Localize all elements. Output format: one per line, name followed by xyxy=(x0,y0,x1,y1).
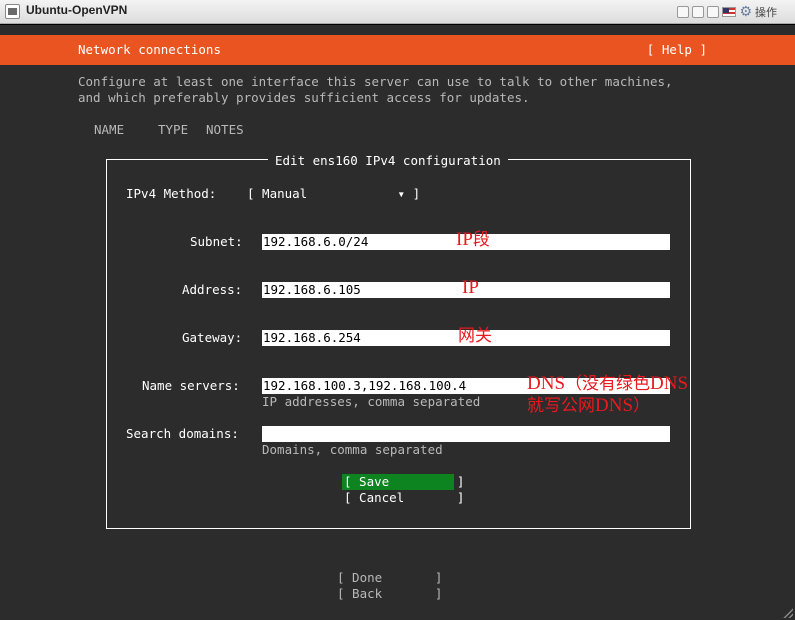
restore-icon[interactable] xyxy=(692,6,705,18)
minimize-icon[interactable] xyxy=(677,6,690,18)
column-notes: NOTES xyxy=(206,122,244,137)
gear-icon[interactable]: ⚙ xyxy=(739,5,752,19)
window-icon xyxy=(5,4,20,19)
resize-grip[interactable] xyxy=(783,608,793,618)
window-title: Ubuntu-OpenVPN xyxy=(26,3,128,17)
terminal-screen: Network connections [ Help ] Configure a… xyxy=(0,25,795,620)
help-button[interactable]: [ Help ] xyxy=(647,42,707,58)
annotation-dns-line-1-mid: （没有绿色 xyxy=(565,374,651,394)
annotation-dns-line-2-prefix: 就写公网 xyxy=(527,396,595,416)
search-domains-label: Search domains: xyxy=(126,426,239,441)
maximize-icon[interactable] xyxy=(707,6,720,18)
annotation-subnet-prefix: IP xyxy=(456,229,473,250)
nameservers-hint: IP addresses, comma separated xyxy=(262,394,481,409)
column-name: NAME xyxy=(94,122,125,137)
page-title: Network connections xyxy=(78,42,221,57)
annotation-subnet-suffix: 段 xyxy=(472,230,490,250)
back-button[interactable]: [ Back ] xyxy=(337,586,442,602)
annotation-dns-line-1-prefix: DNS xyxy=(527,373,566,394)
annotation-dns-line-1: DNS（没有绿色DNS xyxy=(527,373,688,395)
annotation-dns-line-2-mid: DNS xyxy=(595,395,634,416)
address-label: Address: xyxy=(182,282,243,297)
intro-line-2: and which preferably provides sufficient… xyxy=(78,90,530,105)
gateway-label: Gateway: xyxy=(182,330,243,345)
ops-menu[interactable]: 操作 xyxy=(755,4,777,20)
flag-icon[interactable] xyxy=(722,7,737,17)
ipv4-method-label: IPv4 Method: xyxy=(126,186,217,201)
search-domains-hint: Domains, comma separated xyxy=(262,442,443,457)
save-button[interactable]: [ Save ] xyxy=(344,474,464,490)
annotation-dns-line-2-suffix: ） xyxy=(633,396,651,416)
window-controls: ⚙ 操作 xyxy=(677,4,777,20)
done-button[interactable]: [ Done ] xyxy=(337,570,442,586)
intro-line-1: Configure at least one interface this se… xyxy=(78,74,673,89)
nameservers-label: Name servers: xyxy=(142,378,240,393)
ipv4-method-select[interactable]: [ Manual ▾ ] xyxy=(247,186,420,202)
subnet-label: Subnet: xyxy=(190,234,243,249)
annotation-gateway: 网关 xyxy=(458,326,492,346)
annotation-subnet: IP段 xyxy=(456,229,490,251)
search-domains-input[interactable] xyxy=(262,426,670,442)
dialog-title: Edit ens160 IPv4 configuration xyxy=(268,153,508,169)
window-titlebar: Ubuntu-OpenVPN ⚙ 操作 xyxy=(0,0,795,24)
column-type: TYPE xyxy=(158,122,189,137)
annotation-dns-line-1-suffix: DNS xyxy=(650,373,689,394)
cancel-button[interactable]: [ Cancel ] xyxy=(344,490,464,506)
annotation-dns-line-2: 就写公网DNS） xyxy=(527,395,650,417)
annotation-address: IP xyxy=(462,277,479,298)
